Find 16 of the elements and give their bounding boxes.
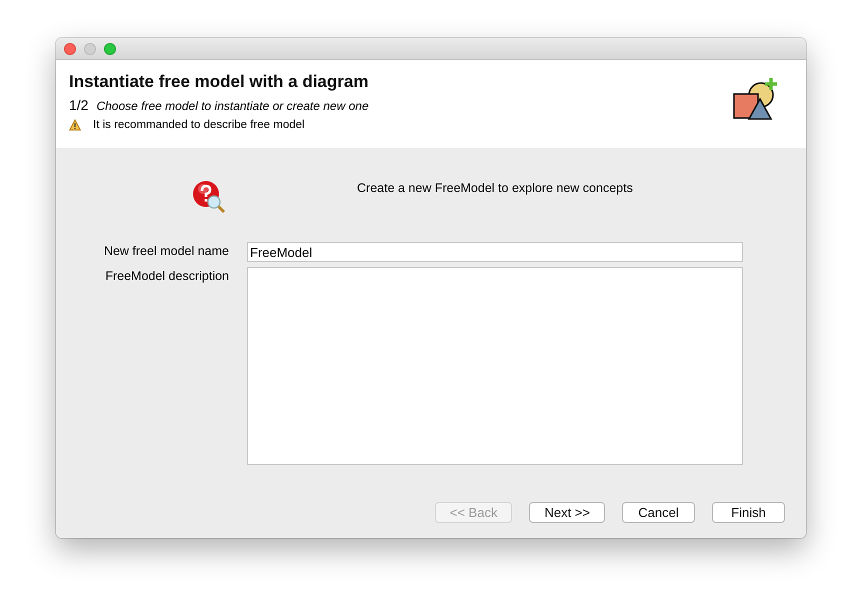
- dialog-title: Instantiate free model with a diagram: [69, 72, 369, 92]
- close-button[interactable]: [64, 42, 76, 54]
- field-label: New freel model name: [102, 243, 229, 260]
- warning-message: It is recommanded to describe free model: [93, 119, 305, 131]
- field-label: FreeModel description: [104, 268, 229, 285]
- name-input-field[interactable]: FreeModel: [247, 242, 743, 262]
- step-description: Choose free model to instantiate or create new one: [96, 99, 369, 113]
- wizard-button[interactable]: Cancel: [622, 502, 695, 523]
- minimize-button[interactable]: [84, 42, 96, 54]
- wizard-button[interactable]: Next >>: [529, 502, 605, 523]
- warning-icon: [69, 119, 81, 131]
- help-search-icon: [192, 180, 226, 214]
- info-message: Create a new FreeModel to explore new concepts: [357, 181, 633, 195]
- wizard-button[interactable]: Finish: [712, 502, 785, 523]
- zoom-button[interactable]: [104, 42, 116, 54]
- step-counter: 1/2: [69, 97, 88, 113]
